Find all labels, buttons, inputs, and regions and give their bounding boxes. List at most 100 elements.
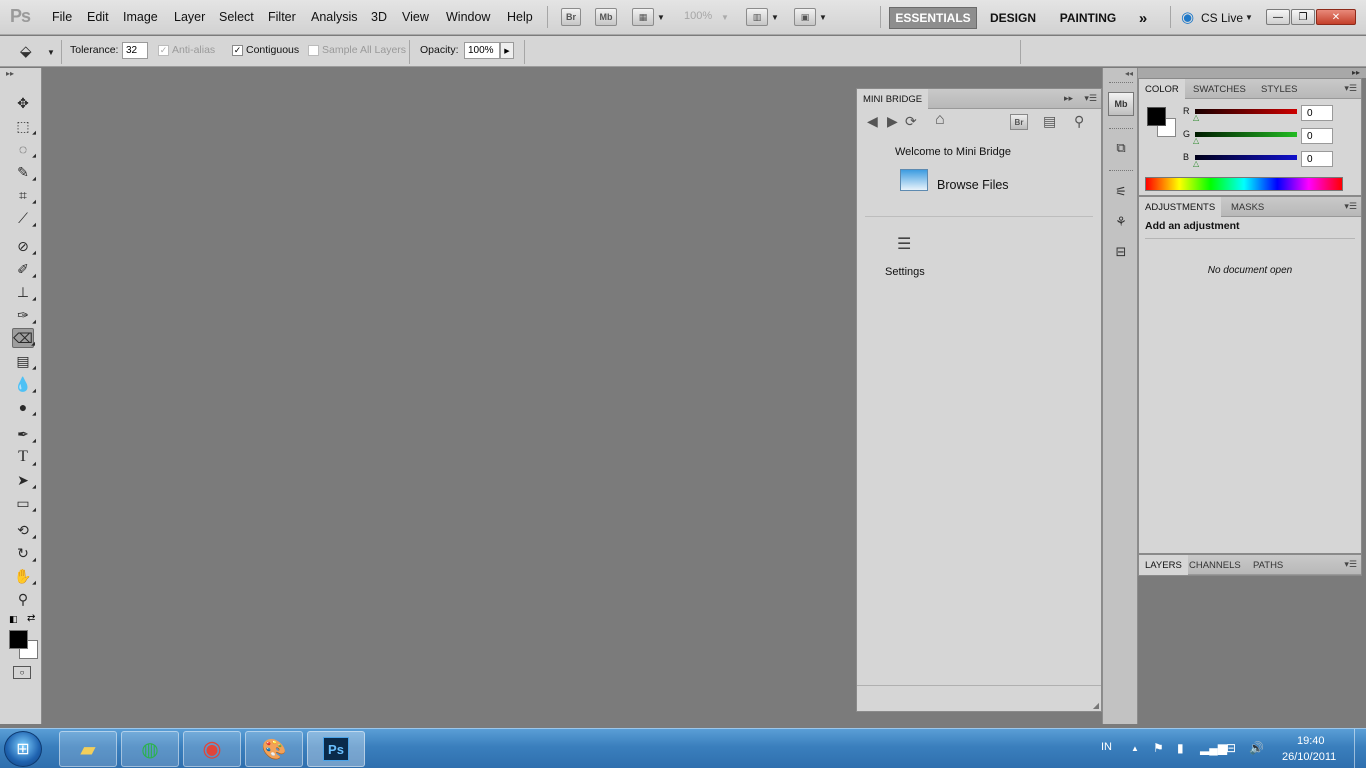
clock-date[interactable]: 26/10/2011: [1282, 751, 1336, 763]
red-slider-thumb[interactable]: △: [1193, 113, 1199, 122]
green-slider-thumb[interactable]: △: [1193, 136, 1199, 145]
minimize-button[interactable]: —: [1266, 9, 1290, 25]
tab-swatches[interactable]: SWATCHES: [1187, 79, 1252, 99]
menu-view[interactable]: View: [402, 10, 429, 24]
crop-tool[interactable]: ⌗ ◢: [12, 185, 36, 206]
start-button[interactable]: ⊞: [4, 731, 42, 767]
color-spectrum-ramp[interactable]: [1145, 177, 1343, 191]
marquee-tool[interactable]: ⬚ ◢: [12, 116, 36, 137]
workspace-essentials[interactable]: ESSENTIALS: [889, 7, 977, 29]
launch-minibridge-button[interactable]: Mb: [595, 8, 617, 26]
panel-menu-icon[interactable]: ▾☰: [1344, 559, 1357, 570]
red-value-input[interactable]: 0: [1301, 105, 1333, 121]
chevron-down-icon[interactable]: ▼: [771, 13, 779, 22]
eyedropper-tool[interactable]: ⟋ ◢: [12, 208, 36, 229]
quick-selection-tool-preset-icon[interactable]: ⬙: [20, 42, 32, 60]
launch-bridge-button[interactable]: Br: [561, 8, 581, 26]
chevron-down-icon[interactable]: ▼: [47, 48, 55, 57]
anti-alias-checkbox[interactable]: ✓: [158, 45, 169, 56]
menu-edit[interactable]: Edit: [87, 10, 109, 24]
menu-3d[interactable]: 3D: [371, 10, 387, 24]
clone-source-icon[interactable]: ⚘: [1108, 210, 1134, 234]
workspace-painting[interactable]: PAINTING: [1052, 7, 1124, 29]
browse-files-link[interactable]: Browse Files: [937, 178, 1009, 192]
zoom-tool[interactable]: ⚲: [12, 589, 34, 609]
menu-select[interactable]: Select: [219, 10, 254, 24]
tab-layers[interactable]: LAYERS: [1139, 555, 1188, 575]
move-tool[interactable]: ✥: [12, 93, 34, 113]
menu-window[interactable]: Window: [446, 10, 490, 24]
tab-channels[interactable]: CHANNELS: [1183, 555, 1247, 575]
brush-tool[interactable]: ✐ ◢: [12, 259, 36, 280]
collapse-panels-icon[interactable]: ▸▸: [1352, 68, 1360, 77]
network-icon[interactable]: ⊟: [1226, 741, 1236, 755]
tab-paths[interactable]: PATHS: [1247, 555, 1289, 575]
tab-color[interactable]: COLOR: [1139, 79, 1185, 99]
blue-value-input[interactable]: 0: [1301, 151, 1333, 167]
gradient-tool[interactable]: ▤ ◢: [12, 351, 36, 372]
menu-file[interactable]: File: [52, 10, 72, 24]
settings-sliders-icon[interactable]: ☰: [897, 234, 911, 254]
tolerance-input[interactable]: 32: [122, 42, 148, 59]
lasso-tool[interactable]: ◌ ◢: [12, 139, 36, 159]
3d-orbit-tool[interactable]: ↻ ◢: [12, 543, 36, 564]
chevron-down-icon[interactable]: ▼: [721, 13, 729, 22]
opacity-slider-button[interactable]: ▶: [500, 42, 514, 59]
taskbar-photoshop[interactable]: Ps: [307, 731, 365, 767]
restore-button[interactable]: ❐: [1291, 9, 1315, 25]
path-selection-tool[interactable]: ➤ ◢: [12, 470, 36, 491]
panel-menu-icon[interactable]: ▾☰: [1344, 201, 1357, 212]
hand-tool[interactable]: ✋ ◢: [12, 566, 36, 587]
history-brush-tool[interactable]: ✑ ◢: [12, 305, 36, 326]
tab-mini-bridge[interactable]: MINI BRIDGE: [857, 89, 929, 109]
blue-slider[interactable]: [1195, 155, 1297, 160]
menu-filter[interactable]: Filter: [268, 10, 296, 24]
chevron-down-icon[interactable]: ▼: [1245, 13, 1253, 22]
resize-grip-icon[interactable]: ◢: [1093, 701, 1099, 710]
tool-presets-icon[interactable]: ⊟: [1108, 240, 1134, 264]
healing-brush-tool[interactable]: ⊘ ◢: [12, 236, 36, 257]
action-center-icon[interactable]: ⚑: [1153, 741, 1164, 755]
zoom-level[interactable]: 100%: [684, 10, 712, 22]
chevron-down-icon[interactable]: ▼: [819, 13, 827, 22]
default-colors-icon[interactable]: ◧: [9, 614, 18, 625]
type-tool[interactable]: T ◢: [12, 447, 36, 467]
browse-files-icon[interactable]: [900, 169, 928, 191]
foreground-color-swatch[interactable]: [9, 630, 28, 649]
arrange-documents-button[interactable]: ▥: [746, 8, 768, 26]
settings-link[interactable]: Settings: [885, 266, 925, 278]
menu-image[interactable]: Image: [123, 10, 158, 24]
blur-tool[interactable]: 💧 ◢: [12, 374, 36, 395]
tab-styles[interactable]: STYLES: [1255, 79, 1303, 99]
volume-icon[interactable]: 🔊: [1249, 741, 1264, 755]
red-slider[interactable]: [1195, 109, 1297, 114]
brush-presets-icon[interactable]: ⚟: [1108, 180, 1134, 204]
tab-masks[interactable]: MASKS: [1225, 197, 1270, 217]
taskbar-download-manager[interactable]: ◍: [121, 731, 179, 767]
taskbar-paint[interactable]: 🎨: [245, 731, 303, 767]
swap-colors-icon[interactable]: ⇄: [27, 613, 35, 624]
contiguous-checkbox[interactable]: ✓: [232, 45, 243, 56]
color-foreground-swatch[interactable]: [1147, 107, 1166, 126]
close-button[interactable]: ✕: [1316, 9, 1356, 25]
show-desktop-button[interactable]: [1354, 729, 1366, 768]
show-hidden-icons-icon[interactable]: ▲: [1131, 744, 1139, 753]
chevron-down-icon[interactable]: ▼: [657, 13, 665, 22]
history-panel-icon[interactable]: ⧉: [1108, 136, 1134, 160]
forward-arrow-icon[interactable]: ▶: [887, 113, 898, 130]
dodge-tool[interactable]: ● ◢: [12, 397, 36, 417]
3d-rotate-tool[interactable]: ⟲ ◢: [12, 520, 36, 541]
menu-analysis[interactable]: Analysis: [311, 10, 358, 24]
expand-dock-icon[interactable]: ◂◂: [1125, 69, 1133, 78]
menu-help[interactable]: Help: [507, 10, 533, 24]
taskbar-chrome[interactable]: ◉: [183, 731, 241, 767]
tab-adjustments[interactable]: ADJUSTMENTS: [1139, 197, 1222, 217]
sample-all-layers-checkbox[interactable]: [308, 45, 319, 56]
blue-slider-thumb[interactable]: △: [1193, 159, 1199, 168]
panel-menu-icon[interactable]: ▾☰: [1084, 93, 1097, 104]
back-arrow-icon[interactable]: ◀: [867, 113, 878, 130]
view-options-icon[interactable]: ▤: [1043, 113, 1056, 130]
green-value-input[interactable]: 0: [1301, 128, 1333, 144]
go-to-bridge-button[interactable]: Br: [1010, 114, 1028, 130]
cslive-menu[interactable]: CS Live: [1201, 11, 1243, 25]
